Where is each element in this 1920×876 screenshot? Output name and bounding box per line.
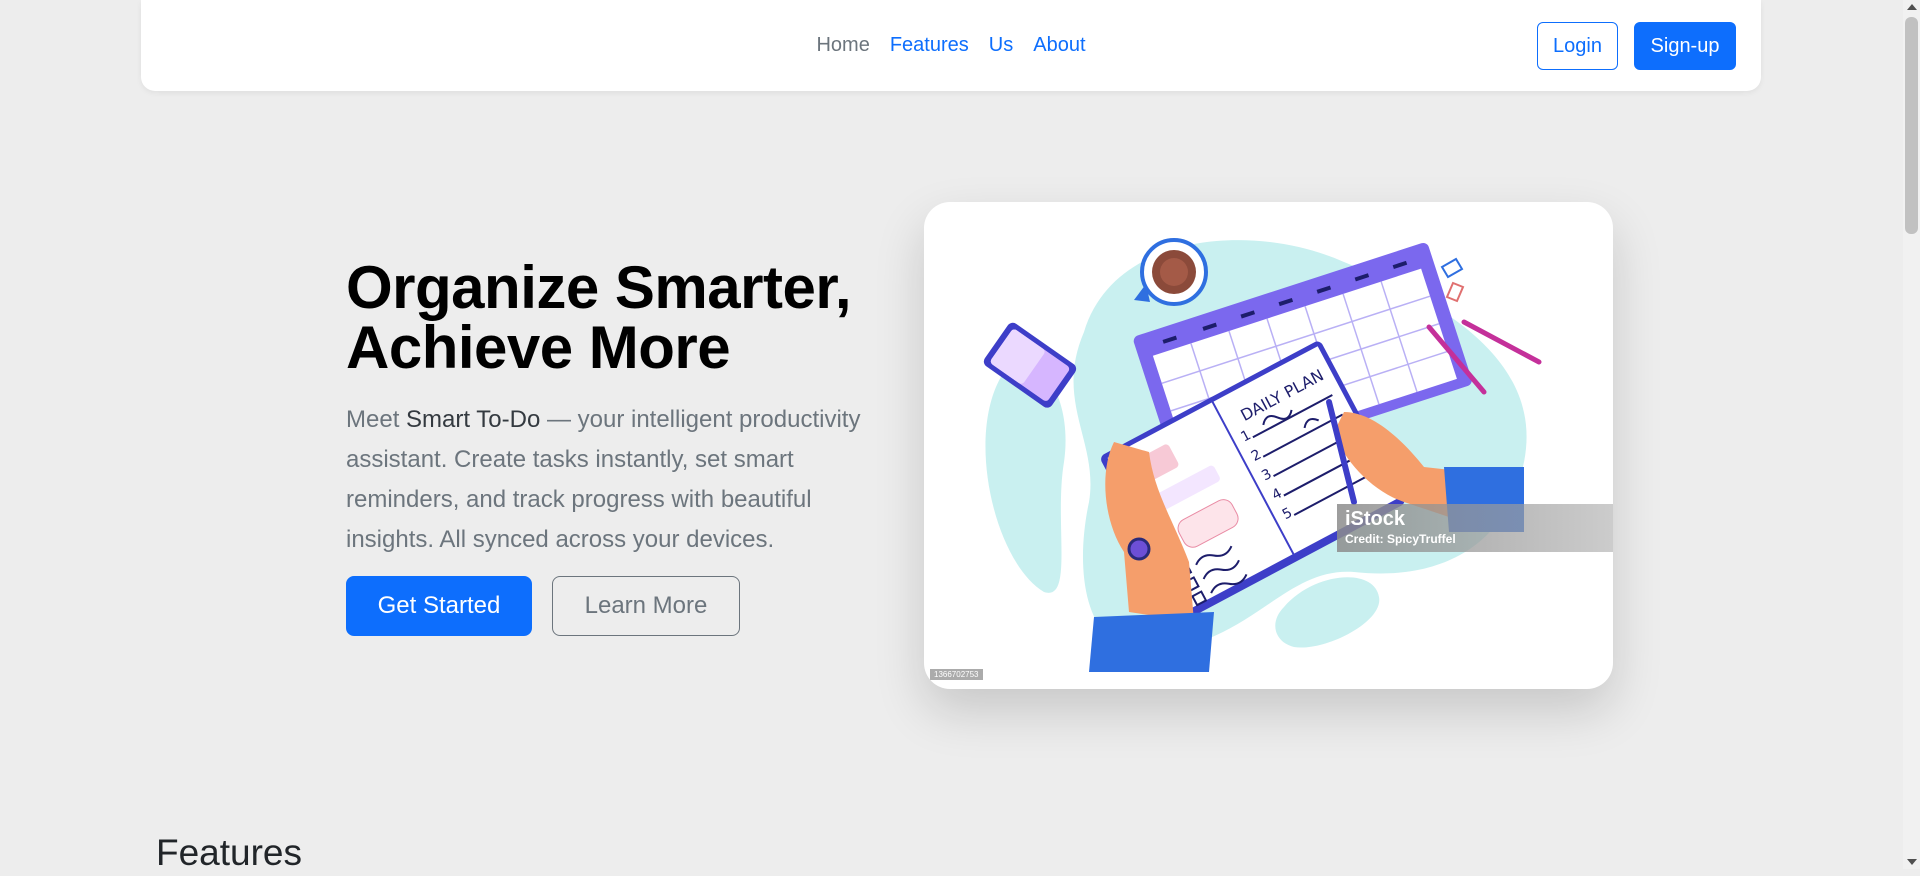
coffee-cup-icon — [1134, 238, 1208, 306]
get-started-button[interactable]: Get Started — [346, 576, 532, 636]
hero-desc-prefix: Meet — [346, 406, 407, 433]
scroll-up-arrow-icon[interactable] — [1907, 4, 1917, 10]
nav-link-home[interactable]: Home — [816, 34, 869, 57]
hero-title-line1: Organize Smarter, — [346, 254, 852, 321]
nav-link-us[interactable]: Us — [989, 34, 1013, 57]
hero-desc-brand: Smart To-Do — [406, 406, 541, 433]
istock-watermark: iStock Credit: SpicyTruffel — [1337, 504, 1613, 552]
scroll-down-arrow-icon[interactable] — [1907, 859, 1917, 865]
navbar: Home Features Us About Login Sign-up — [141, 0, 1761, 91]
hero-title: Organize Smarter, Achieve More — [346, 258, 906, 378]
nav-actions: Login Sign-up — [1537, 22, 1736, 70]
vertical-scrollbar[interactable] — [1903, 0, 1920, 869]
nav-link-features[interactable]: Features — [890, 34, 969, 57]
hero-illustration: DAILY PLAN 1 2 3 4 5 iStock Credit: Spic… — [924, 202, 1613, 689]
hero-text: Organize Smarter, Achieve More Meet Smar… — [346, 258, 906, 560]
watermark-brand: iStock — [1345, 508, 1406, 530]
features-heading: Features — [156, 832, 303, 873]
watermark-credit: Credit: SpicyTruffel — [1345, 532, 1456, 546]
login-button[interactable]: Login — [1537, 22, 1618, 70]
stock-id-label: 1366702753 — [930, 669, 983, 680]
hero-description: Meet Smart To-Do — your intelligent prod… — [346, 400, 906, 560]
nav-link-about[interactable]: About — [1033, 34, 1085, 57]
signup-button[interactable]: Sign-up — [1634, 22, 1736, 70]
hero-buttons: Get Started Learn More — [346, 576, 740, 636]
learn-more-button[interactable]: Learn More — [552, 576, 740, 636]
nav-links: Home Features Us About — [141, 0, 1761, 91]
daily-plan-illustration: DAILY PLAN 1 2 3 4 5 — [983, 238, 1542, 672]
scrollbar-thumb[interactable] — [1905, 17, 1918, 234]
hero-title-line2: Achieve More — [346, 314, 731, 381]
